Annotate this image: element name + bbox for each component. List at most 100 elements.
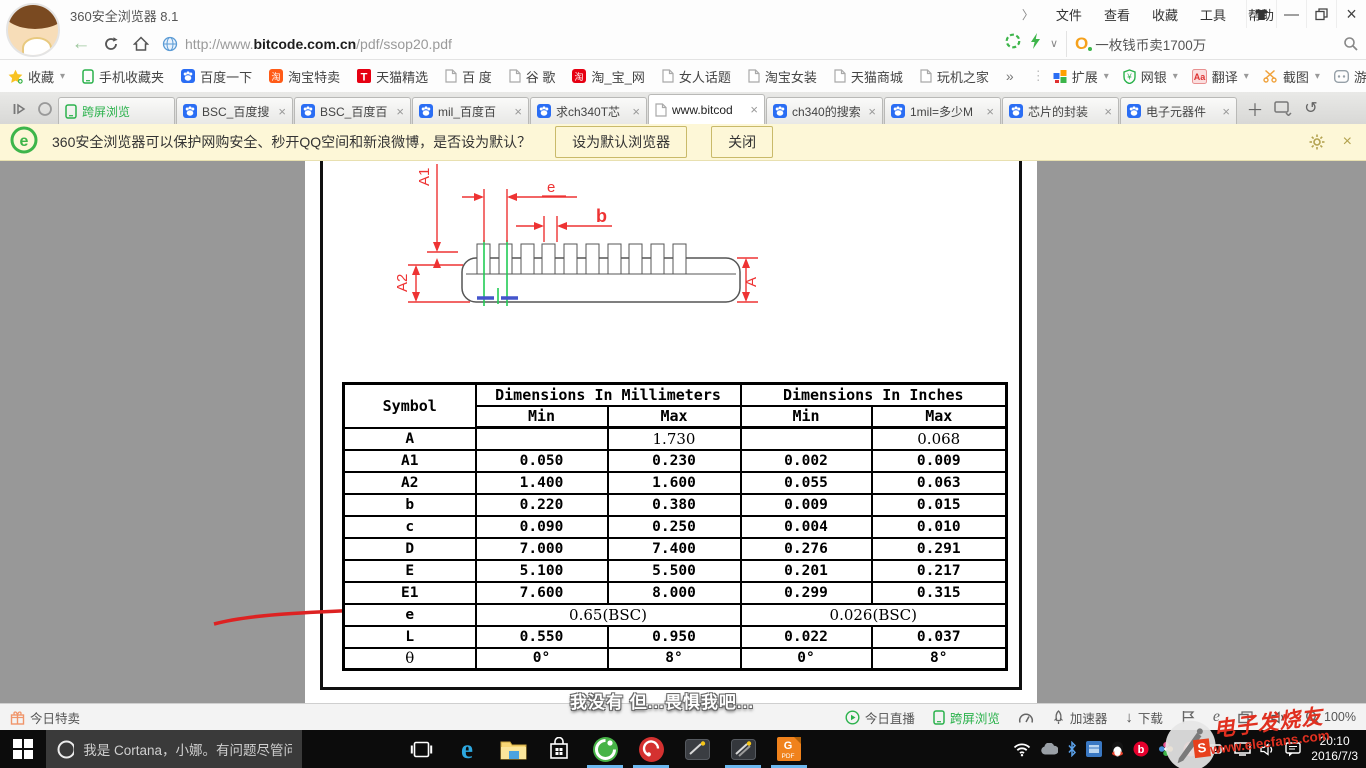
pdf-content-area[interactable]: A1 e b A2 A Symbol Dimensions In Millime… (0, 161, 1366, 703)
home-button[interactable] (126, 31, 156, 57)
cortana-search-box[interactable]: 我是 Cortana，小娜。有问题尽管问我。 (46, 730, 302, 768)
bookmarks-overflow-button[interactable]: » (1006, 68, 1014, 84)
gear-icon[interactable] (1309, 134, 1325, 150)
tab-close-icon[interactable]: × (396, 104, 404, 119)
speed-mode-button[interactable] (1030, 33, 1041, 54)
menu-collapse-icon[interactable]: 〉 (1022, 6, 1034, 23)
tab-close-icon[interactable]: × (750, 102, 758, 117)
wheel-button[interactable] (32, 94, 58, 124)
taskbar-clock[interactable]: 20:10 2016/7/3 (1307, 734, 1366, 764)
bookmark-item[interactable]: 天猫商城 (834, 67, 903, 86)
tray-qq[interactable] (1111, 741, 1124, 757)
bookmark-item[interactable]: 女人话题 (662, 67, 731, 86)
new-tab-button[interactable]: ＋ (1242, 93, 1268, 123)
statusbar-item[interactable] (1238, 710, 1253, 724)
tab-close-icon[interactable]: × (514, 104, 522, 119)
tab-芯片的封装[interactable]: 芯片的封装 × (1002, 97, 1119, 124)
tab-close-icon[interactable]: × (986, 104, 994, 119)
tab-1mil=多少M[interactable]: 1mil=多少M × (884, 97, 1001, 124)
start-button[interactable] (0, 730, 46, 768)
bookmark-item[interactable]: 百度一下 (181, 67, 252, 86)
tray-beats[interactable]: b (1133, 741, 1149, 757)
statusbar-item-今日特卖[interactable]: 今日特卖 (10, 708, 80, 727)
taskbar-app-dark1[interactable] (674, 730, 720, 768)
maximize-button[interactable] (1306, 0, 1336, 28)
statusbar-item-加速器[interactable]: 加速器 (1052, 708, 1107, 727)
statusbar-item-100%[interactable]: 100% (1305, 710, 1356, 724)
bookmark-item[interactable]: 游戏▾ (1333, 67, 1366, 86)
tab-求ch340T芯[interactable]: 求ch340T芯 × (530, 97, 647, 124)
tray-monitor[interactable] (1234, 742, 1252, 756)
set-default-browser-button[interactable]: 设为默认浏览器 (555, 126, 688, 158)
close-button[interactable]: × (1336, 0, 1366, 28)
bookmark-item[interactable]: 扩展 ▾ (1053, 67, 1109, 86)
task-view-button[interactable] (398, 730, 444, 768)
statusbar-item-下载[interactable]: ↓ 下载 (1125, 708, 1163, 727)
url-field[interactable]: http://www.bitcode.com.cn/pdf/ssop20.pdf (156, 31, 997, 57)
bookmark-item[interactable]: Aa 翻译 ▾ (1191, 67, 1249, 86)
search-box[interactable]: O 一枚钱币卖1700万 (1066, 30, 1366, 57)
tab-BSC_百度搜[interactable]: BSC_百度搜 × (176, 97, 293, 124)
tab-close-icon[interactable]: × (278, 104, 286, 119)
taskbar-app-store[interactable] (536, 730, 582, 768)
search-icon[interactable] (1343, 36, 1358, 51)
taskbar-app-edge[interactable]: e (444, 730, 490, 768)
user-avatar[interactable] (6, 3, 60, 57)
taskbar-app-browser360[interactable] (582, 730, 628, 768)
theme-button[interactable] (1246, 0, 1276, 28)
tray-wifi[interactable] (1013, 742, 1031, 757)
reopen-closed-tab-button[interactable]: ↺ (1298, 93, 1324, 123)
tab-ch340的搜索[interactable]: ch340的搜索 × (766, 97, 883, 124)
tab-mil_百度百[interactable]: mil_百度百 × (412, 97, 529, 124)
back-button[interactable]: ← (66, 31, 96, 57)
taskbar-app-pdfapp[interactable]: G PDF (766, 730, 812, 768)
statusbar-item-跨屏浏览[interactable]: 跨屏浏览 (933, 708, 1000, 727)
bookmark-item[interactable]: 淘淘_宝_网 (572, 67, 645, 86)
url-dropdown-button[interactable]: ∨ (1050, 37, 1058, 50)
bookmark-item[interactable]: 截图 ▾ (1263, 67, 1320, 86)
tab-close-icon[interactable]: × (868, 104, 876, 119)
tab-list-button[interactable] (1270, 93, 1296, 123)
notice-close-button[interactable]: 关闭 (711, 126, 774, 158)
statusbar-item[interactable] (1018, 711, 1034, 724)
tab-sidebar-button[interactable] (6, 94, 32, 124)
bookmark-item[interactable]: 百 度 (445, 67, 492, 86)
menu-item-文件[interactable]: 文件 (1056, 5, 1082, 24)
minimize-button[interactable]: — (1276, 0, 1306, 28)
bookmark-item[interactable]: T 天猫精选 (357, 67, 428, 86)
bookmark-item[interactable]: 收藏 ▾ (8, 67, 65, 86)
tab-电子元器件[interactable]: 电子元器件 × (1120, 97, 1237, 124)
menu-item-查看[interactable]: 查看 (1104, 5, 1130, 24)
statusbar-item[interactable] (1271, 710, 1287, 724)
tray-music-small[interactable] (1183, 741, 1199, 757)
menu-item-收藏[interactable]: 收藏 (1152, 5, 1178, 24)
tab-www.bitcod[interactable]: www.bitcod × (648, 94, 765, 124)
tab-close-icon[interactable]: × (1104, 104, 1112, 119)
refresh-button[interactable] (96, 31, 126, 57)
bookmark-item[interactable]: 淘宝女装 (748, 67, 817, 86)
tray-bluetooth[interactable] (1067, 741, 1077, 757)
statusbar-item[interactable] (1181, 710, 1195, 724)
tray-flower[interactable] (1158, 741, 1174, 757)
statusbar-item-今日直播[interactable]: 今日直播 (845, 708, 915, 727)
bookmark-item[interactable]: 玩机之家 (920, 67, 989, 86)
bookmark-item[interactable]: 谷 歌 (509, 67, 555, 86)
tab-BSC_百度百[interactable]: BSC_百度百 × (294, 97, 411, 124)
taskbar-app-folder[interactable] (490, 730, 536, 768)
tray-chat[interactable] (1285, 741, 1301, 757)
bookmark-item[interactable]: ¥ 网银 ▾ (1123, 67, 1178, 86)
taskbar-app-dark2[interactable] (720, 730, 766, 768)
tab-close-icon[interactable]: × (1222, 104, 1230, 119)
search-input[interactable]: 一枚钱币卖1700万 (1095, 34, 1336, 54)
notice-dismiss-icon[interactable]: × (1343, 133, 1352, 151)
menu-item-工具[interactable]: 工具 (1200, 5, 1226, 24)
tray-battery[interactable] (1208, 743, 1225, 755)
no-trace-button[interactable] (1005, 33, 1021, 54)
tray-netbank[interactable] (1086, 741, 1103, 757)
tab-close-icon[interactable]: × (632, 104, 640, 119)
bookmark-item[interactable]: 手机收藏夹 (82, 67, 164, 86)
taskbar-app-music[interactable] (628, 730, 674, 768)
bookmark-item[interactable]: 淘淘宝特卖 (269, 67, 340, 86)
tab-跨屏浏览[interactable]: 跨屏浏览 (58, 97, 175, 124)
tray-speaker[interactable] (1260, 742, 1276, 756)
